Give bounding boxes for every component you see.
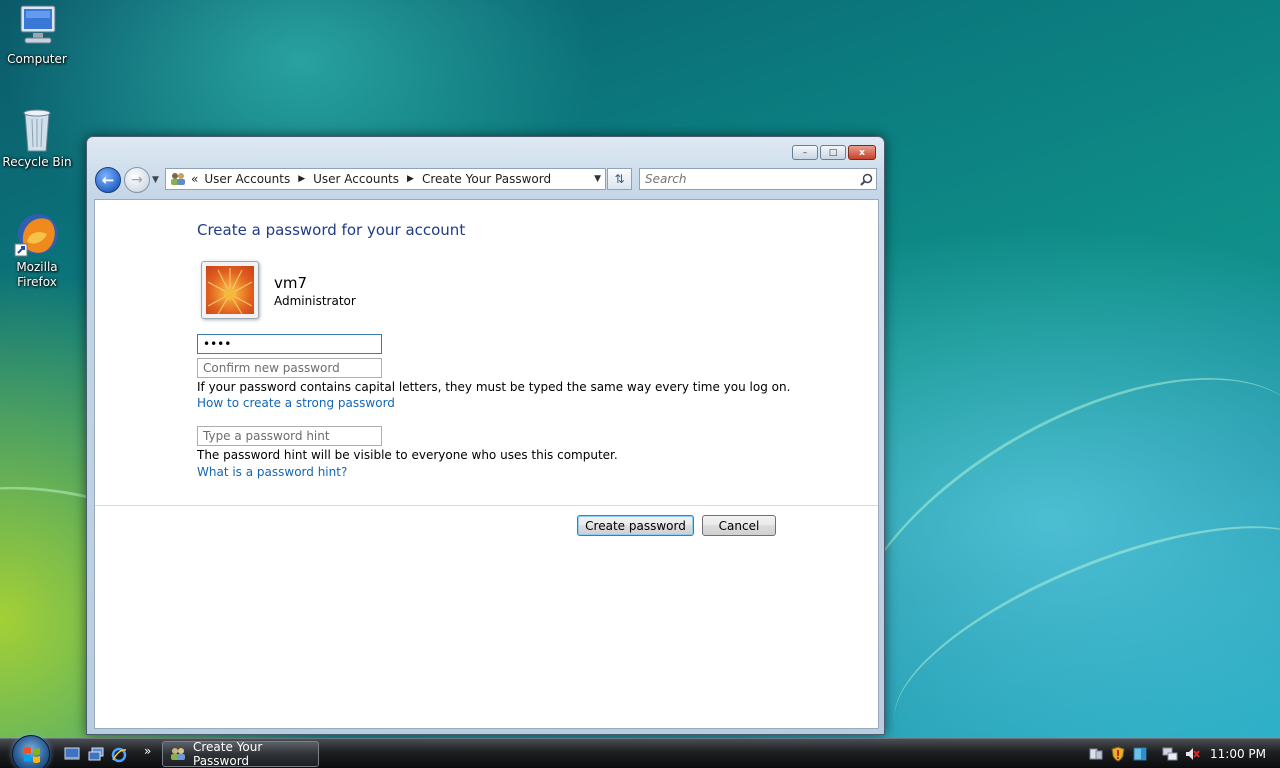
breadcrumb-user-accounts[interactable]: User Accounts <box>204 172 290 186</box>
avatar <box>201 261 259 319</box>
clock[interactable]: 11:00 PM <box>1210 747 1266 761</box>
desktop-icon-label: Mozilla Firefox <box>16 260 58 289</box>
user-accounts-icon <box>169 171 187 187</box>
internet-explorer-icon[interactable] <box>111 747 127 763</box>
user-name: vm7 <box>274 274 308 292</box>
desktop-icon-recycle-bin[interactable]: Recycle Bin <box>0 107 74 170</box>
refresh-button[interactable]: ⇅ <box>607 168 632 190</box>
breadcrumb-separator-icon[interactable]: ▶ <box>407 174 414 184</box>
caps-lock-note: If your password contains capital letter… <box>197 380 791 394</box>
breadcrumb-create-your-password[interactable]: Create Your Password <box>422 172 551 186</box>
search-input[interactable] <box>640 170 856 188</box>
recent-pages-dropdown[interactable]: ▼ <box>152 175 159 185</box>
desktop-icon-label: Computer <box>7 52 67 66</box>
taskbar-item-create-your-password[interactable]: Create Your Password <box>162 740 319 768</box>
password-hint-field[interactable] <box>197 426 382 446</box>
computer-icon <box>13 4 61 50</box>
wallpaper-streak <box>866 479 1280 768</box>
close-button[interactable]: x <box>848 145 876 160</box>
minimize-button[interactable]: – <box>792 145 818 160</box>
hint-visibility-note: The password hint will be visible to eve… <box>197 448 618 462</box>
navigation-bar: ← → ▼ « User Accounts ▶ User Accounts ▶ … <box>95 167 877 193</box>
show-desktop-icon[interactable] <box>64 747 80 761</box>
security-shield-icon[interactable] <box>1110 746 1126 762</box>
desktop-icon-firefox[interactable]: Mozilla Firefox <box>0 212 74 290</box>
maximize-button[interactable]: □ <box>820 145 846 160</box>
windows-logo-icon <box>24 747 40 763</box>
flower-picture-icon <box>206 266 254 314</box>
refresh-icon: ⇅ <box>614 172 625 186</box>
search-icon[interactable] <box>856 173 876 186</box>
taskbar: » Create Your Password 11:00 PM <box>0 735 1280 768</box>
page-title: Create a password for your account <box>197 221 466 239</box>
forward-button[interactable]: → <box>124 167 150 193</box>
system-tray: 11:00 PM <box>1088 739 1280 768</box>
create-password-button[interactable]: Create password <box>577 515 694 536</box>
network-sync-icon[interactable] <box>1088 746 1104 762</box>
breadcrumb-separator-icon[interactable]: ▶ <box>298 174 305 184</box>
address-overflow-chevron[interactable]: « <box>191 172 198 186</box>
recycle-bin-icon <box>13 107 61 153</box>
window-caption-buttons: – □ x <box>792 145 876 160</box>
new-password-field[interactable] <box>197 334 382 354</box>
windows-sidebar-icon[interactable] <box>1132 746 1148 762</box>
switch-windows-icon[interactable] <box>88 747 104 761</box>
taskbar-item-label: Create Your Password <box>193 740 263 768</box>
strong-password-link[interactable]: How to create a strong password <box>197 396 395 410</box>
firefox-icon <box>13 212 61 258</box>
back-button[interactable]: ← <box>95 167 121 193</box>
quick-launch-overflow[interactable]: » <box>144 744 151 758</box>
create-password-window: – □ x ← → ▼ « User Accounts ▶ User Accou… <box>86 136 885 735</box>
start-button[interactable] <box>12 735 50 768</box>
divider <box>95 505 878 506</box>
chevron-down-icon: ▼ <box>152 175 159 185</box>
confirm-password-field[interactable] <box>197 358 382 378</box>
cancel-button[interactable]: Cancel <box>702 515 776 536</box>
forward-arrow-icon: → <box>131 172 143 188</box>
address-dropdown-icon[interactable]: ▼ <box>594 174 601 184</box>
user-role: Administrator <box>274 294 356 308</box>
password-hint-help-link[interactable]: What is a password hint? <box>197 465 347 479</box>
address-bar[interactable]: « User Accounts ▶ User Accounts ▶ Create… <box>165 168 606 190</box>
content-pane: Create a password for your account vm7 A… <box>94 199 879 729</box>
volume-muted-icon[interactable] <box>1184 746 1200 762</box>
search-box[interactable] <box>639 168 877 190</box>
back-arrow-icon: ← <box>101 171 115 189</box>
network-icon[interactable] <box>1162 746 1178 762</box>
user-accounts-icon <box>169 746 187 762</box>
desktop-icon-label: Recycle Bin <box>2 155 72 169</box>
desktop-icon-computer[interactable]: Computer <box>0 4 74 67</box>
breadcrumb-user-accounts-2[interactable]: User Accounts <box>313 172 399 186</box>
